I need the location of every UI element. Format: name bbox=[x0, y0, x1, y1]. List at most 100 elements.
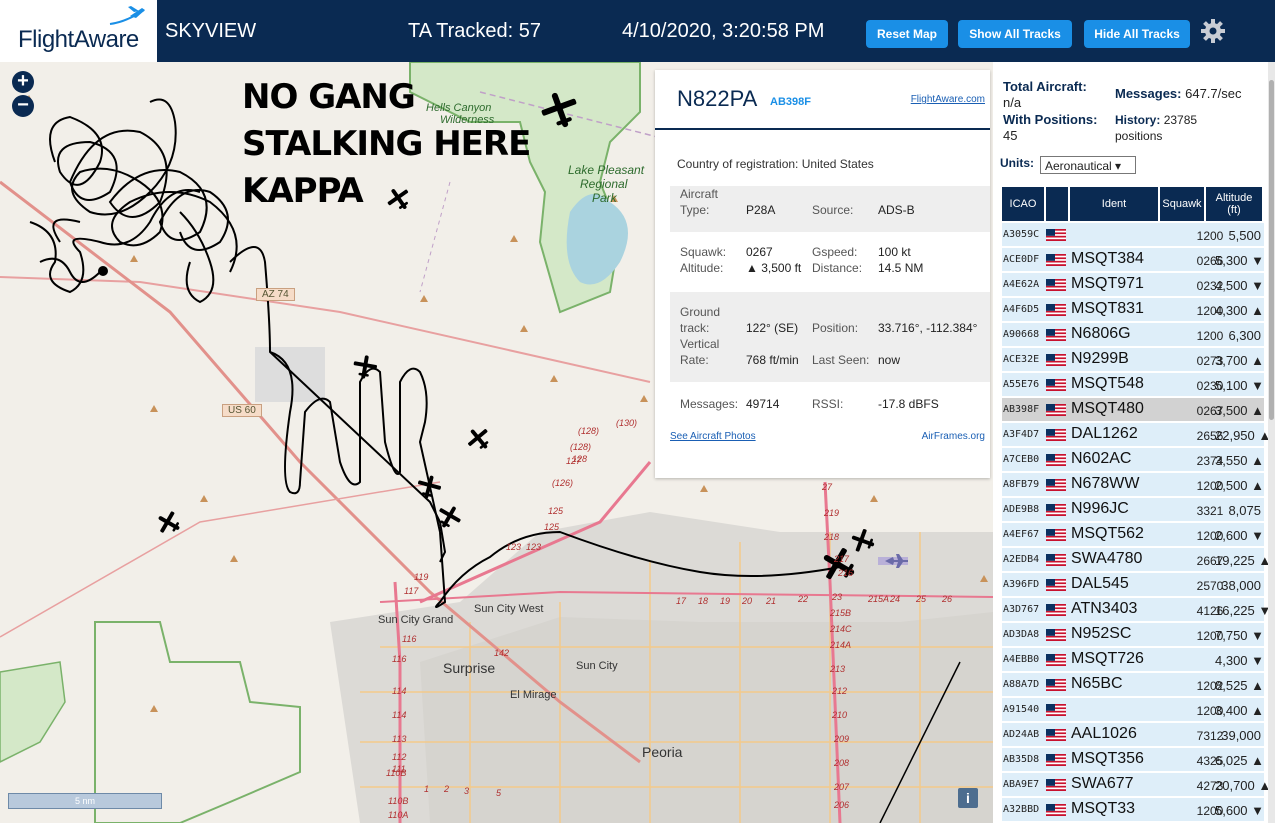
table-row[interactable]: A32BBD MSQT33 1200 5,600 ▼ bbox=[1002, 798, 1264, 822]
table-row[interactable]: AD3DA8 N952SC 1200 7,750 ▼ bbox=[1002, 623, 1264, 647]
route-number: 25 bbox=[916, 594, 927, 604]
us-flag-icon bbox=[1046, 454, 1066, 466]
reset-map-button[interactable]: Reset Map bbox=[866, 20, 948, 48]
route-number: 116 bbox=[392, 654, 407, 664]
row-altitude: 39,000 bbox=[1221, 728, 1261, 743]
messages-rate: Messages: 647.7/sec bbox=[1115, 86, 1242, 101]
table-row[interactable]: AB35D8 MSQT356 4325 6,025 ▲ bbox=[1002, 748, 1264, 772]
row-altitude: 4,500 ▼ bbox=[1215, 278, 1265, 293]
aircraft-icon[interactable] bbox=[352, 354, 378, 380]
table-row[interactable]: A4E62A MSQT971 0232 4,500 ▼ bbox=[1002, 273, 1264, 297]
ground-track-value: 122° (SE) bbox=[746, 321, 799, 335]
row-icao: A91540 bbox=[1003, 704, 1040, 715]
table-row[interactable]: A3D767 ATN3403 4126 16,225 ▼ bbox=[1002, 598, 1271, 622]
aircraft-icon[interactable] bbox=[436, 504, 462, 530]
route-number: 113 bbox=[392, 734, 407, 744]
row-altitude: 2,600 ▼ bbox=[1215, 528, 1265, 543]
col-header-squawk[interactable]: Squawk bbox=[1160, 187, 1204, 221]
with-positions: With Positions: 45 bbox=[1003, 112, 1098, 143]
table-row[interactable]: A88A7D N65BC 1202 8,525 ▲ bbox=[1002, 673, 1264, 697]
us-flag-icon bbox=[1046, 579, 1066, 591]
row-ident: MSQT831 bbox=[1071, 300, 1144, 317]
row-altitude: 5,300 ▼ bbox=[1215, 253, 1265, 268]
row-altitude: 3,500 ▲ bbox=[1215, 403, 1265, 418]
selected-aircraft-icon[interactable] bbox=[820, 546, 858, 584]
table-row[interactable]: ADE9B8 N996JC 3321 8,075 bbox=[1002, 498, 1264, 522]
row-altitude: 6,300 bbox=[1228, 328, 1261, 343]
route-number: 123 bbox=[506, 542, 522, 552]
route-number: 2 bbox=[444, 784, 450, 794]
route-number: 215B bbox=[830, 608, 852, 618]
row-ident: N952SC bbox=[1071, 625, 1132, 642]
table-row[interactable]: A55E76 MSQT548 0230 5,100 ▼ bbox=[1002, 373, 1264, 397]
gear-icon[interactable] bbox=[1200, 18, 1226, 44]
row-ident: MSQT33 bbox=[1071, 800, 1136, 817]
units-select[interactable]: Aeronautical ▾ bbox=[1040, 156, 1136, 174]
row-icao: A88A7D bbox=[1003, 679, 1040, 690]
flightaware-link[interactable]: FlightAware.com bbox=[911, 94, 985, 105]
aircraft-icon[interactable] bbox=[466, 426, 492, 452]
table-row[interactable]: A4EF67 MSQT562 1200 2,600 ▼ bbox=[1002, 523, 1264, 547]
table-row[interactable]: AB398F MSQT480 0267 3,500 ▲ bbox=[1002, 398, 1264, 422]
map-label: Park bbox=[592, 191, 617, 205]
airframes-link[interactable]: AirFrames.org bbox=[922, 431, 985, 442]
table-row[interactable]: A7CEB0 N602AC 2374 3,550 ▲ bbox=[1002, 448, 1264, 472]
us-flag-icon bbox=[1046, 229, 1066, 241]
route-number: 214A bbox=[830, 640, 852, 650]
overlay-caption: NO GANG STALKING HERE KAPPA bbox=[242, 77, 531, 211]
aircraft-icon[interactable] bbox=[156, 510, 182, 536]
row-ident: SWA4780 bbox=[1071, 550, 1143, 567]
row-altitude: 5,500 bbox=[1228, 228, 1261, 243]
col-header-icao[interactable]: ICAO bbox=[1002, 187, 1044, 221]
az74-shield: AZ 74 bbox=[256, 288, 295, 301]
table-row[interactable]: A4EBB0 MSQT726 4,300 ▼ bbox=[1002, 648, 1264, 672]
row-icao: A90668 bbox=[1003, 329, 1040, 340]
route-number: 142 bbox=[494, 648, 510, 658]
row-ident: N996JC bbox=[1071, 500, 1129, 517]
zoom-in-button[interactable]: + bbox=[12, 71, 34, 93]
table-row[interactable]: ACE0DF MSQT384 0266 5,300 ▼ bbox=[1002, 248, 1264, 272]
row-icao: A396FD bbox=[1003, 579, 1040, 590]
table-row[interactable]: ACE32E N9299B 0273 3,700 ▲ bbox=[1002, 348, 1264, 372]
info-icon[interactable]: i bbox=[958, 788, 978, 808]
us-flag-icon bbox=[1046, 754, 1066, 766]
table-row[interactable]: A8FB79 N678WW 1200 2,500 ▲ bbox=[1002, 473, 1264, 497]
zoom-out-button[interactable]: − bbox=[12, 95, 34, 117]
us-flag-icon bbox=[1046, 429, 1066, 441]
hide-all-tracks-button[interactable]: Hide All Tracks bbox=[1084, 20, 1190, 48]
us-flag-icon bbox=[1046, 279, 1066, 291]
see-aircraft-photos-link[interactable]: See Aircraft Photos bbox=[670, 431, 756, 442]
table-row[interactable]: A90668 N6806G 1200 6,300 bbox=[1002, 323, 1264, 347]
row-altitude: 3,400 ▲ bbox=[1215, 703, 1265, 718]
route-number: 219 bbox=[824, 508, 840, 518]
route-number: 217 bbox=[834, 554, 850, 564]
row-ident: MSQT356 bbox=[1071, 750, 1144, 767]
aircraft-type: P28A bbox=[746, 203, 776, 217]
flightaware-logo[interactable]: FlightAware bbox=[0, 0, 160, 62]
map-label: Sun City West bbox=[474, 603, 544, 615]
us-flag-icon bbox=[1046, 354, 1066, 366]
table-row[interactable]: AD24AB AAL1026 7312 39,000 bbox=[1002, 723, 1264, 747]
route-number: 17 bbox=[676, 596, 687, 606]
detail-block-type: Aircraft Type: P28A Source: ADS-B bbox=[670, 186, 990, 232]
table-row[interactable]: A3F4D7 DAL1262 2656 22,950 ▲ bbox=[1002, 423, 1271, 447]
table-row[interactable]: A3059C 1200 5,500 bbox=[1002, 223, 1264, 247]
sidebar-scroll-thumb[interactable] bbox=[1269, 80, 1274, 420]
aircraft-detail-panel: N822PA AB398F FlightAware.com Country of… bbox=[655, 70, 990, 478]
table-row[interactable]: A91540 1200 3,400 ▲ bbox=[1002, 698, 1264, 722]
show-all-tracks-button[interactable]: Show All Tracks bbox=[958, 20, 1072, 48]
table-row[interactable]: A4F6D5 MSQT831 1200 4,300 ▲ bbox=[1002, 298, 1264, 322]
row-altitude: 19,225 ▲ bbox=[1215, 553, 1272, 568]
col-header-ident[interactable]: Ident bbox=[1070, 187, 1158, 221]
history-count: History: 23785 positions bbox=[1115, 113, 1198, 143]
col-header-altitude[interactable]: Altitude (ft) bbox=[1206, 187, 1262, 221]
table-row[interactable]: A396FD DAL545 2570 38,000 bbox=[1002, 573, 1264, 597]
table-row[interactable]: ABA9E7 SWA677 4273 20,700 ▲ bbox=[1002, 773, 1271, 797]
us-flag-icon bbox=[1046, 779, 1066, 791]
route-number: 22 bbox=[798, 594, 809, 604]
detail-block-messages: Messages: 49714 RSSI: -17.8 dBFS bbox=[670, 396, 990, 416]
row-altitude: 5,100 ▼ bbox=[1215, 378, 1265, 393]
table-row[interactable]: A2EDB4 SWA4780 2667 19,225 ▲ bbox=[1002, 548, 1272, 572]
aircraft-icon[interactable] bbox=[416, 474, 442, 500]
route-number: 207 bbox=[834, 782, 850, 792]
